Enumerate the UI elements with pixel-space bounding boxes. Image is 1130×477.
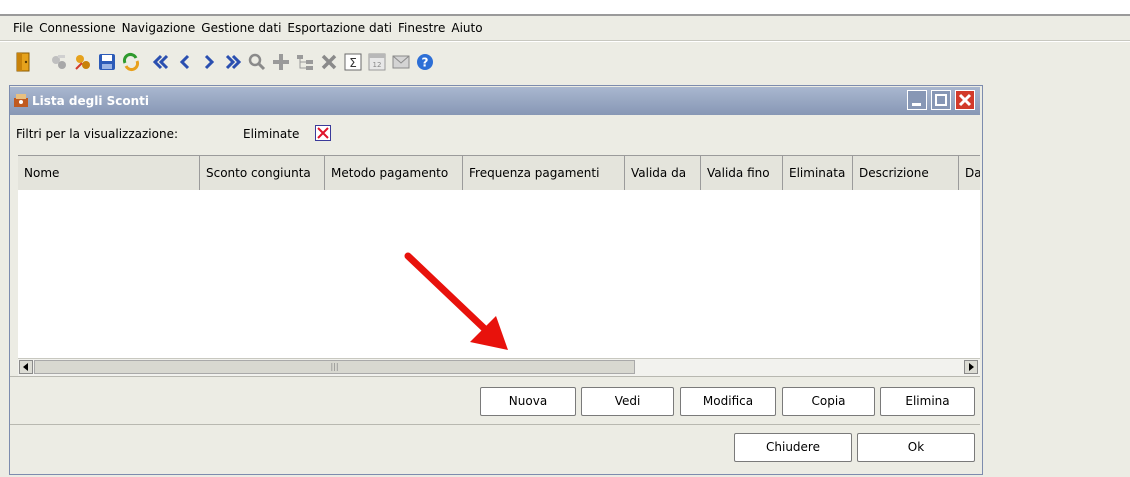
scrollbar-thumb[interactable]: |||	[34, 360, 635, 374]
menu-navigazione[interactable]: Navigazione	[119, 16, 199, 40]
column-header-frequenza-pagamenti[interactable]: Frequenza pagamenti	[463, 156, 625, 190]
first-record-icon[interactable]	[150, 51, 172, 73]
add-icon[interactable]	[270, 51, 292, 73]
column-header-sconto-congiunta[interactable]: Sconto congiunta	[200, 156, 325, 190]
delete-icon[interactable]	[318, 51, 340, 73]
scroll-left-icon	[23, 363, 28, 371]
table-header: Nome Sconto congiunta Metodo pagamento F…	[18, 155, 980, 191]
exit-door-icon[interactable]	[12, 51, 34, 73]
scroll-left-button[interactable]	[19, 360, 33, 374]
column-header-eliminata[interactable]: Eliminata	[783, 156, 853, 190]
column-header-valida-da[interactable]: Valida da	[625, 156, 701, 190]
checkbox-x-icon	[317, 127, 329, 139]
separator	[10, 424, 980, 425]
save-disk-icon[interactable]	[96, 51, 118, 73]
svg-text:?: ?	[422, 56, 429, 70]
connect-icon[interactable]	[48, 51, 70, 73]
next-record-icon[interactable]	[198, 51, 220, 73]
tree-icon[interactable]	[294, 51, 316, 73]
menu-esportazione-dati[interactable]: Esportazione dati	[284, 16, 395, 40]
column-header-metodo-pagamento[interactable]: Metodo pagamento	[325, 156, 463, 190]
copia-button[interactable]: Copia	[782, 387, 875, 416]
column-header-da[interactable]: Da	[959, 156, 980, 190]
menu-finestre[interactable]: Finestre	[395, 16, 448, 40]
svg-text:Σ: Σ	[349, 56, 357, 70]
search-icon[interactable]	[246, 51, 268, 73]
envelope-icon[interactable]	[390, 51, 412, 73]
calendar-icon[interactable]: 12	[366, 51, 388, 73]
help-icon[interactable]: ?	[414, 51, 436, 73]
menu-gestione-dati[interactable]: Gestione dati	[198, 16, 284, 40]
vedi-button[interactable]: Vedi	[581, 387, 674, 416]
eliminate-checkbox[interactable]	[315, 125, 331, 141]
sum-icon[interactable]: Σ	[342, 51, 364, 73]
elimina-button[interactable]: Elimina	[880, 387, 975, 416]
refresh-icon[interactable]	[120, 51, 142, 73]
ok-button[interactable]: Ok	[857, 433, 975, 462]
nuova-button[interactable]: Nuova	[480, 387, 576, 416]
maximize-button[interactable]	[931, 90, 951, 110]
minimize-button[interactable]	[907, 90, 927, 110]
column-header-valida-fino[interactable]: Valida fino	[701, 156, 783, 190]
red-arrow-annotation	[404, 252, 508, 350]
close-icon	[958, 93, 972, 107]
menu-aiuto[interactable]: Aiuto	[448, 16, 485, 40]
window-app-icon	[13, 92, 29, 108]
last-record-icon[interactable]	[222, 51, 244, 73]
menu-connessione[interactable]: Connessione	[36, 16, 118, 40]
menu-file[interactable]: File	[10, 16, 36, 40]
previous-record-icon[interactable]	[174, 51, 196, 73]
minimize-icon	[912, 103, 921, 106]
disconnect-icon[interactable]	[72, 51, 94, 73]
filter-label: Filtri per la visualizzazione:	[16, 127, 179, 141]
toolbar: Σ 12 ?	[0, 42, 1130, 84]
window-top-edge	[0, 0, 1130, 16]
svg-text:12: 12	[373, 61, 382, 69]
window-title: Lista degli Sconti	[32, 94, 150, 108]
separator	[10, 376, 980, 377]
chiudere-button[interactable]: Chiudere	[734, 433, 852, 462]
column-header-nome[interactable]: Nome	[18, 156, 200, 190]
window-title-bar[interactable]	[10, 87, 980, 115]
eliminate-label: Eliminate	[243, 127, 300, 141]
modifica-button[interactable]: Modifica	[680, 387, 776, 416]
maximize-icon	[935, 94, 947, 106]
menu-bar: File Connessione Navigazione Gestione dati E…	[0, 16, 1130, 41]
close-button[interactable]	[955, 90, 975, 110]
column-header-descrizione[interactable]: Descrizione	[853, 156, 959, 190]
horizontal-scrollbar[interactable]: |||	[18, 358, 980, 377]
scroll-right-icon	[969, 363, 974, 371]
scroll-right-button[interactable]	[964, 360, 978, 374]
